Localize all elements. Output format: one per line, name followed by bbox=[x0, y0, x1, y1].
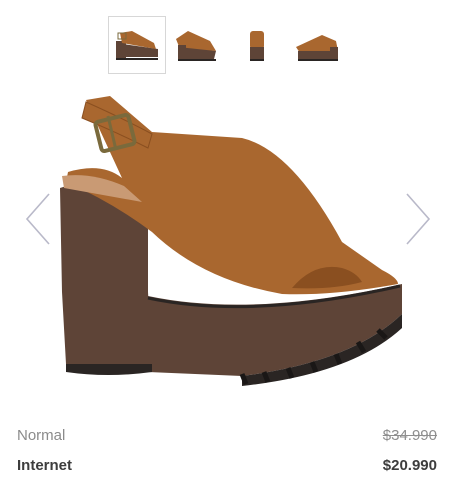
shoe-thumbnail-side bbox=[116, 31, 158, 60]
internet-price-value: $20.990 bbox=[382, 456, 437, 474]
thumbnail-1[interactable] bbox=[108, 16, 166, 74]
normal-price-row: Normal $34.990 bbox=[17, 424, 437, 446]
shoe-thumbnail-angle bbox=[176, 31, 216, 61]
internet-price-label: Internet bbox=[17, 456, 73, 474]
product-image bbox=[60, 96, 402, 386]
thumbnail-3[interactable] bbox=[228, 16, 286, 74]
normal-price-label: Normal bbox=[17, 426, 66, 444]
chevron-left-icon bbox=[25, 193, 50, 245]
previous-image-button[interactable] bbox=[25, 192, 51, 246]
shoe-thumbnail-back bbox=[250, 31, 264, 61]
shoe-thumbnail-front bbox=[296, 35, 338, 61]
thumbnail-2[interactable] bbox=[166, 16, 224, 74]
normal-price-value: $34.990 bbox=[382, 426, 437, 444]
thumbnail-4[interactable] bbox=[288, 16, 346, 74]
next-image-button[interactable] bbox=[405, 192, 431, 246]
internet-price-row: Internet $20.990 bbox=[17, 454, 437, 476]
thumbnail-strip bbox=[0, 16, 454, 76]
chevron-right-icon bbox=[406, 193, 431, 245]
